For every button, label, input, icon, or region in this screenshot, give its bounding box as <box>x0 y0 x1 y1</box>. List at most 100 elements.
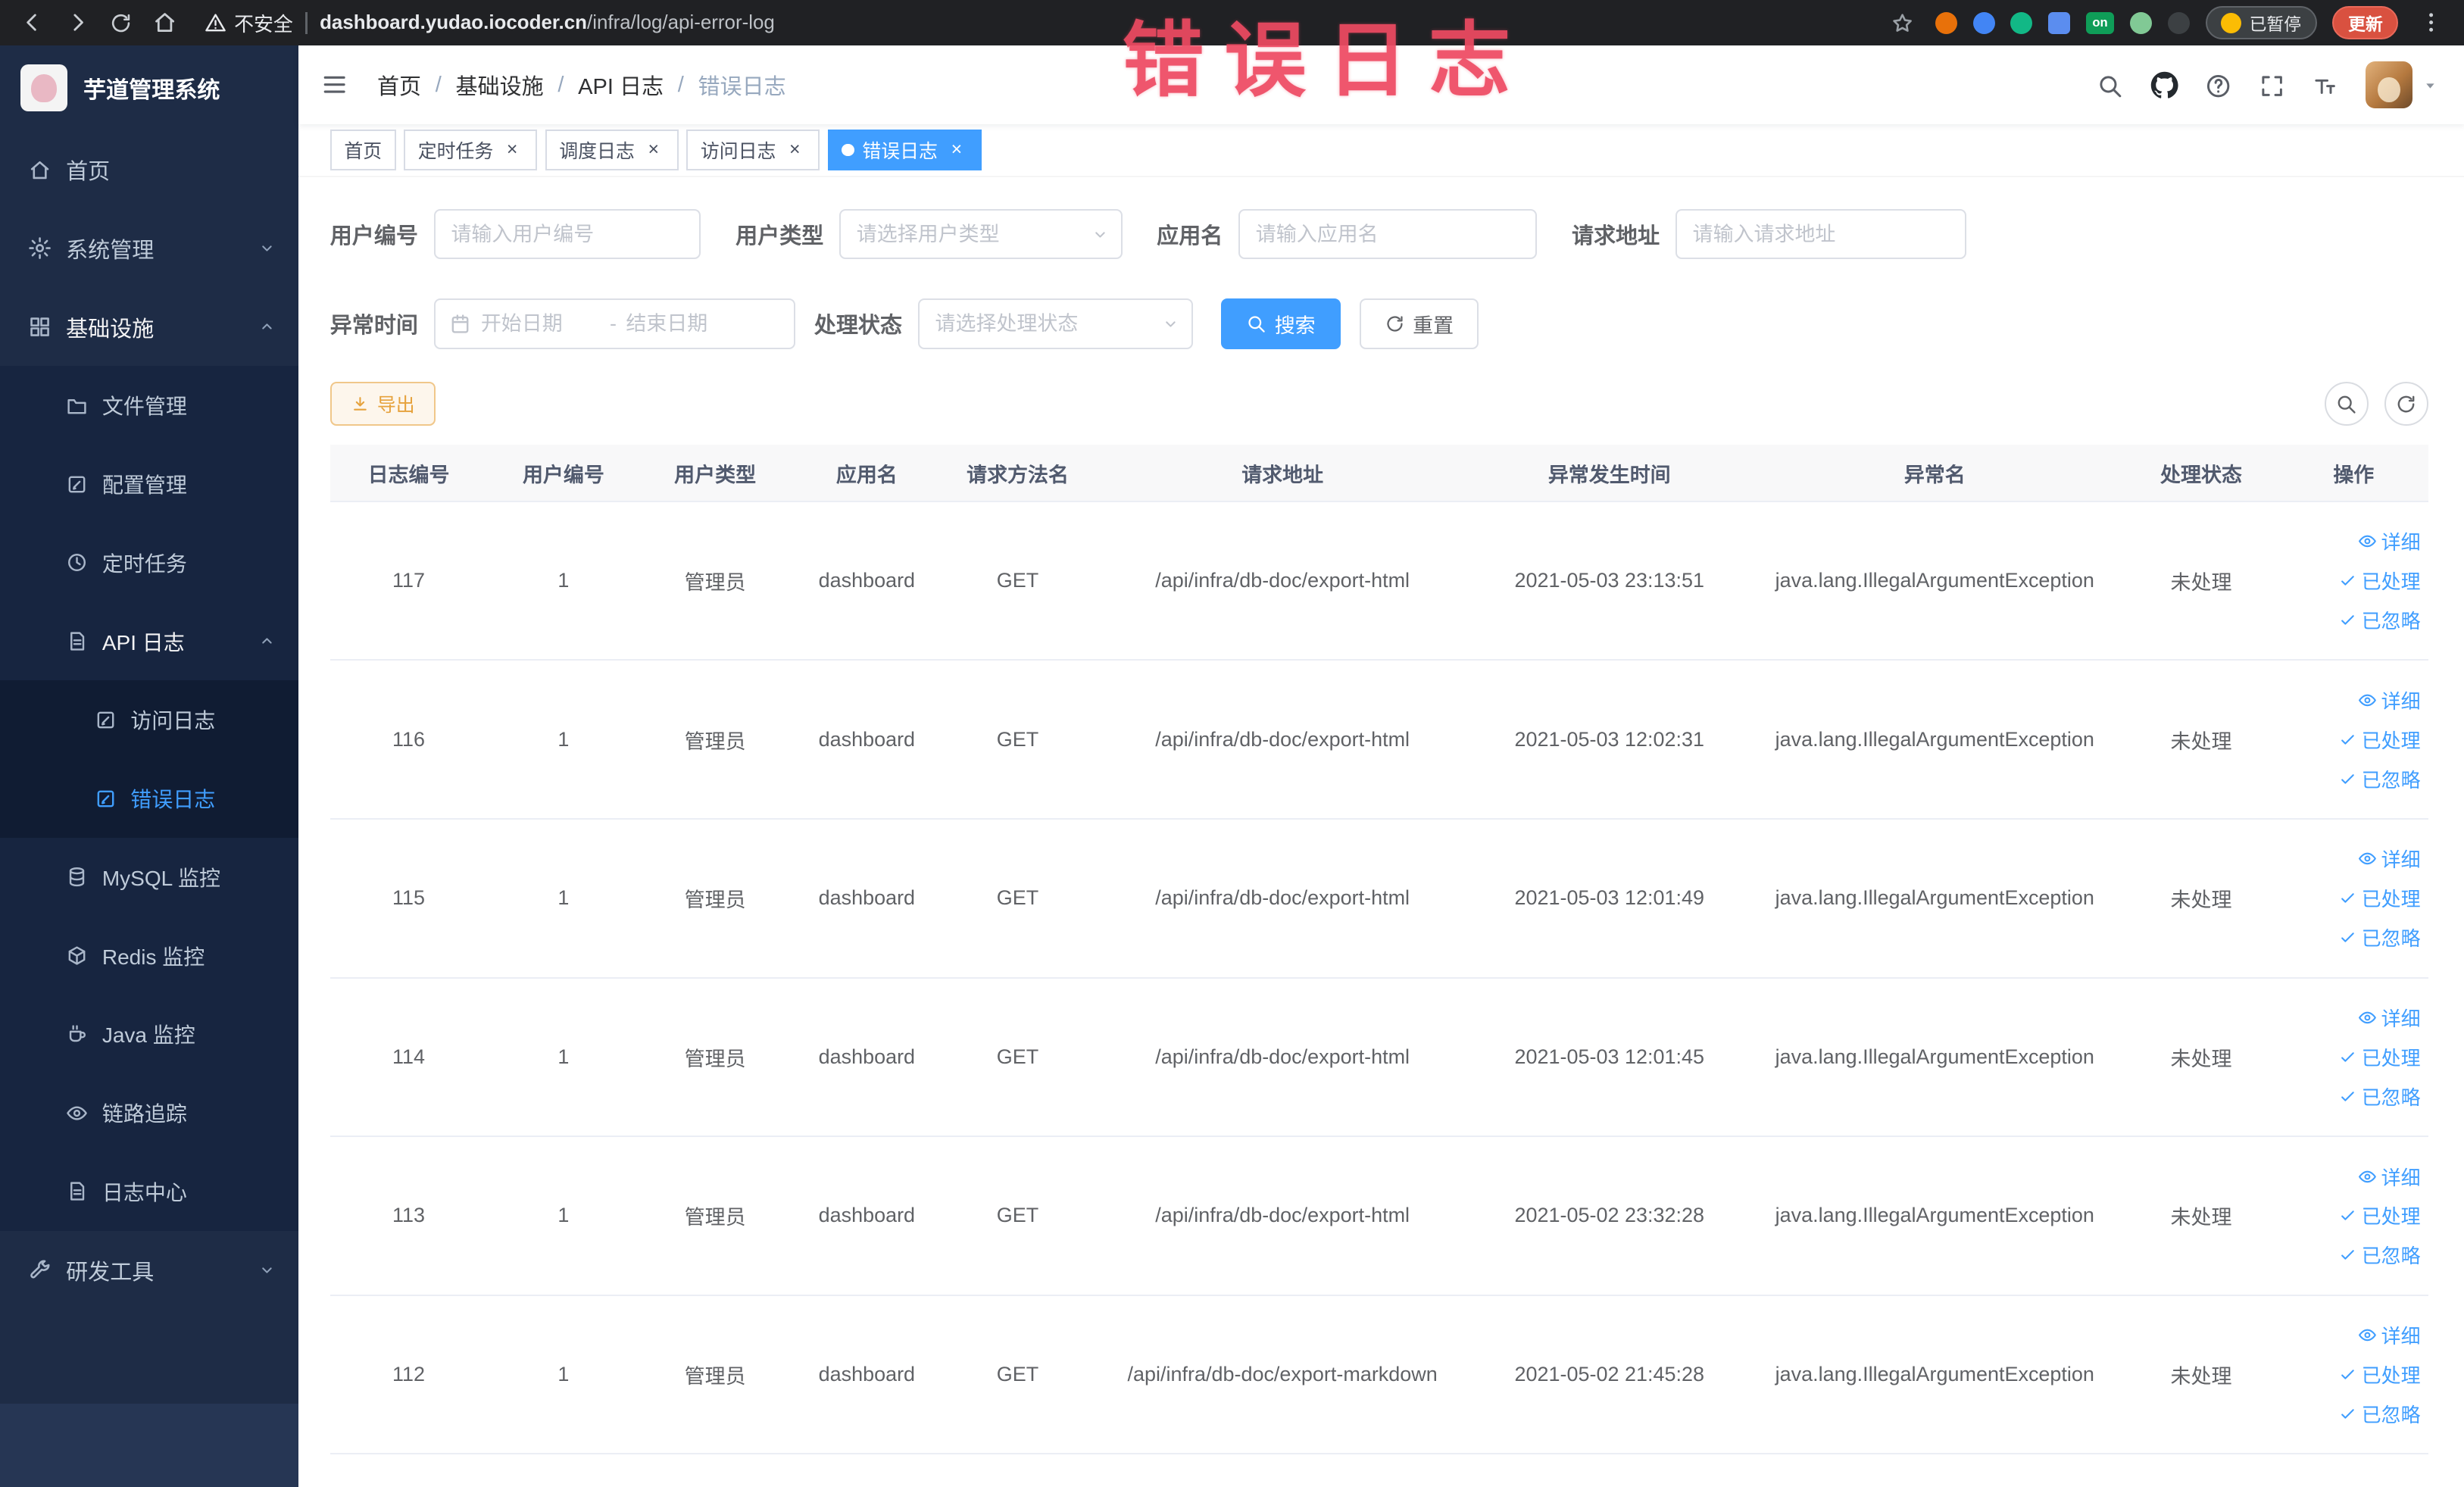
close-icon[interactable]: × <box>642 139 664 161</box>
browser-update-button[interactable]: 更新 <box>2332 6 2399 39</box>
github-link[interactable] <box>2150 70 2178 100</box>
breadcrumb-home[interactable]: 首页 <box>377 69 421 101</box>
tab-home[interactable]: 首页 <box>329 130 396 171</box>
sidebar-item-label: 日志中心 <box>101 1180 187 1204</box>
mark-ignored-link[interactable]: 已忽略 <box>2287 601 2421 640</box>
user-id-input[interactable] <box>433 208 701 260</box>
reset-button[interactable]: 重置 <box>1359 298 1479 349</box>
browser-forward-button[interactable] <box>60 5 95 40</box>
font-size-button[interactable] <box>2312 70 2338 99</box>
folder-icon <box>66 395 88 417</box>
detail-link[interactable]: 详细 <box>2287 998 2421 1038</box>
user-type-select[interactable] <box>839 208 1123 260</box>
tab-scheduled-tasks[interactable]: 定时任务 × <box>404 130 538 171</box>
close-icon[interactable]: × <box>945 139 967 161</box>
sidebar-item-scheduled-tasks[interactable]: 定时任务 <box>0 523 299 602</box>
mark-processed-link[interactable]: 已处理 <box>2287 1037 2421 1076</box>
breadcrumb-infrastructure[interactable]: 基础设施 <box>456 69 544 101</box>
browser-toolbar: 不安全 dashboard.yudao.iocoder.cn/infra/log… <box>0 0 2464 46</box>
breadcrumb-api-logs[interactable]: API 日志 <box>578 69 664 101</box>
mark-ignored-link[interactable]: 已忽略 <box>2287 1394 2421 1433</box>
address-bar[interactable]: 不安全 dashboard.yudao.iocoder.cn/infra/log… <box>205 9 1875 37</box>
tab-dispatch-log[interactable]: 调度日志 × <box>545 130 679 171</box>
detail-link[interactable]: 详细 <box>2287 680 2421 720</box>
exception-name-cell: java.lang.IllegalArgumentException <box>1746 977 2124 1138</box>
sidebar-item-api-logs[interactable]: API 日志 <box>0 601 299 681</box>
mark-processed-link[interactable]: 已处理 <box>2287 561 2421 601</box>
tab-access-log[interactable]: 访问日志 × <box>686 130 820 171</box>
date-range-picker[interactable]: - <box>433 298 795 349</box>
sidebar-item-config-management[interactable]: 配置管理 <box>0 445 299 523</box>
sidebar-item-access-log[interactable]: 访问日志 <box>0 680 299 760</box>
sidebar-toggle-button[interactable] <box>320 70 348 98</box>
extension-icon[interactable] <box>1972 11 1995 34</box>
extension-icon[interactable] <box>2048 11 2071 34</box>
user-menu[interactable] <box>2365 61 2440 109</box>
app-name-cell: dashboard <box>790 1295 943 1455</box>
breadcrumb-separator: / <box>435 72 442 97</box>
table-row: 116 1 管理员 dashboard GET /api/infra/db-do… <box>329 660 2428 820</box>
mark-ignored-link[interactable]: 已忽略 <box>2287 1076 2421 1116</box>
detail-link[interactable]: 详细 <box>2287 839 2421 879</box>
sidebar-logo[interactable]: 芋道管理系统 <box>0 45 298 130</box>
detail-link[interactable]: 详细 <box>2287 1157 2421 1196</box>
home-icon <box>28 158 52 182</box>
sidebar-item-dev-tools[interactable]: 研发工具 <box>0 1231 298 1310</box>
sidebar-item-mysql-monitor[interactable]: MySQL 监控 <box>0 837 299 917</box>
sidebar-item-java-monitor[interactable]: Java 监控 <box>0 995 299 1074</box>
sidebar-item-home[interactable]: 首页 <box>0 130 298 209</box>
method-cell: GET <box>942 1136 1093 1296</box>
extension-icon[interactable] <box>2010 11 2033 34</box>
process-status-select[interactable] <box>917 298 1193 349</box>
paused-badge[interactable]: 已暂停 <box>2205 6 2317 39</box>
extension-on-badge[interactable]: on <box>2085 11 2115 34</box>
database-icon <box>66 866 88 888</box>
mark-ignored-link[interactable]: 已忽略 <box>2287 1236 2421 1275</box>
export-button[interactable]: 导出 <box>329 382 436 426</box>
end-date-input[interactable] <box>626 311 746 336</box>
sidebar-item-redis-monitor[interactable]: Redis 监控 <box>0 916 299 995</box>
fullscreen-button[interactable] <box>2259 70 2285 99</box>
request-url-input[interactable] <box>1675 208 1966 260</box>
field-label: 用户编号 <box>329 224 418 249</box>
mark-ignored-link[interactable]: 已忽略 <box>2287 918 2421 957</box>
sidebar-item-infrastructure[interactable]: 基础设施 <box>0 288 298 367</box>
sidebar-item-file-management[interactable]: 文件管理 <box>0 366 299 445</box>
extension-icon[interactable] <box>1935 11 1957 34</box>
sidebar-item-trace[interactable]: 链路追踪 <box>0 1073 299 1152</box>
user-id-cell: 1 <box>487 501 640 661</box>
breadcrumb: 首页 / 基础设施 / API 日志 / 错误日志 <box>377 69 786 101</box>
table-body: 117 1 管理员 dashboard GET /api/infra/db-do… <box>329 501 2428 1455</box>
search-button[interactable]: 搜索 <box>1221 298 1341 349</box>
detail-link[interactable]: 详细 <box>2287 1316 2421 1355</box>
security-chip[interactable]: 不安全 <box>205 9 293 37</box>
app-name-input[interactable] <box>1238 208 1538 260</box>
extension-icon[interactable] <box>2129 11 2153 34</box>
extension-icon[interactable] <box>2167 11 2190 34</box>
help-button[interactable] <box>2205 70 2231 99</box>
detail-link[interactable]: 详细 <box>2287 522 2421 561</box>
start-date-input[interactable] <box>480 311 601 336</box>
bookmark-star-icon[interactable] <box>1885 5 1919 40</box>
mark-processed-link[interactable]: 已处理 <box>2287 879 2421 918</box>
mark-processed-link[interactable]: 已处理 <box>2287 1196 2421 1236</box>
browser-menu-button[interactable] <box>2414 5 2449 40</box>
header-search-button[interactable] <box>2097 70 2123 99</box>
sidebar-item-error-log[interactable]: 错误日志 <box>0 759 299 838</box>
mark-processed-link[interactable]: 已处理 <box>2287 1355 2421 1395</box>
close-icon[interactable]: × <box>784 139 806 161</box>
sidebar-item-system-management[interactable]: 系统管理 <box>0 209 298 288</box>
mark-ignored-link[interactable]: 已忽略 <box>2287 759 2421 798</box>
close-icon[interactable]: × <box>501 139 523 161</box>
search-icon <box>2097 73 2123 99</box>
refresh-table-button[interactable] <box>2384 382 2428 426</box>
toggle-search-button[interactable] <box>2324 382 2369 426</box>
mark-processed-link[interactable]: 已处理 <box>2287 720 2421 759</box>
table-header: 日志编号 用户编号 用户类型 应用名 请求方法名 请求地址 异常发生时间 异常名… <box>329 445 2428 502</box>
tab-error-log[interactable]: 错误日志 × <box>827 130 982 171</box>
process-status-cell: 未处理 <box>2123 1136 2279 1296</box>
sidebar-item-log-center[interactable]: 日志中心 <box>0 1151 299 1231</box>
browser-home-button[interactable] <box>148 5 183 40</box>
browser-refresh-button[interactable] <box>104 5 139 40</box>
browser-back-button[interactable] <box>16 5 51 40</box>
